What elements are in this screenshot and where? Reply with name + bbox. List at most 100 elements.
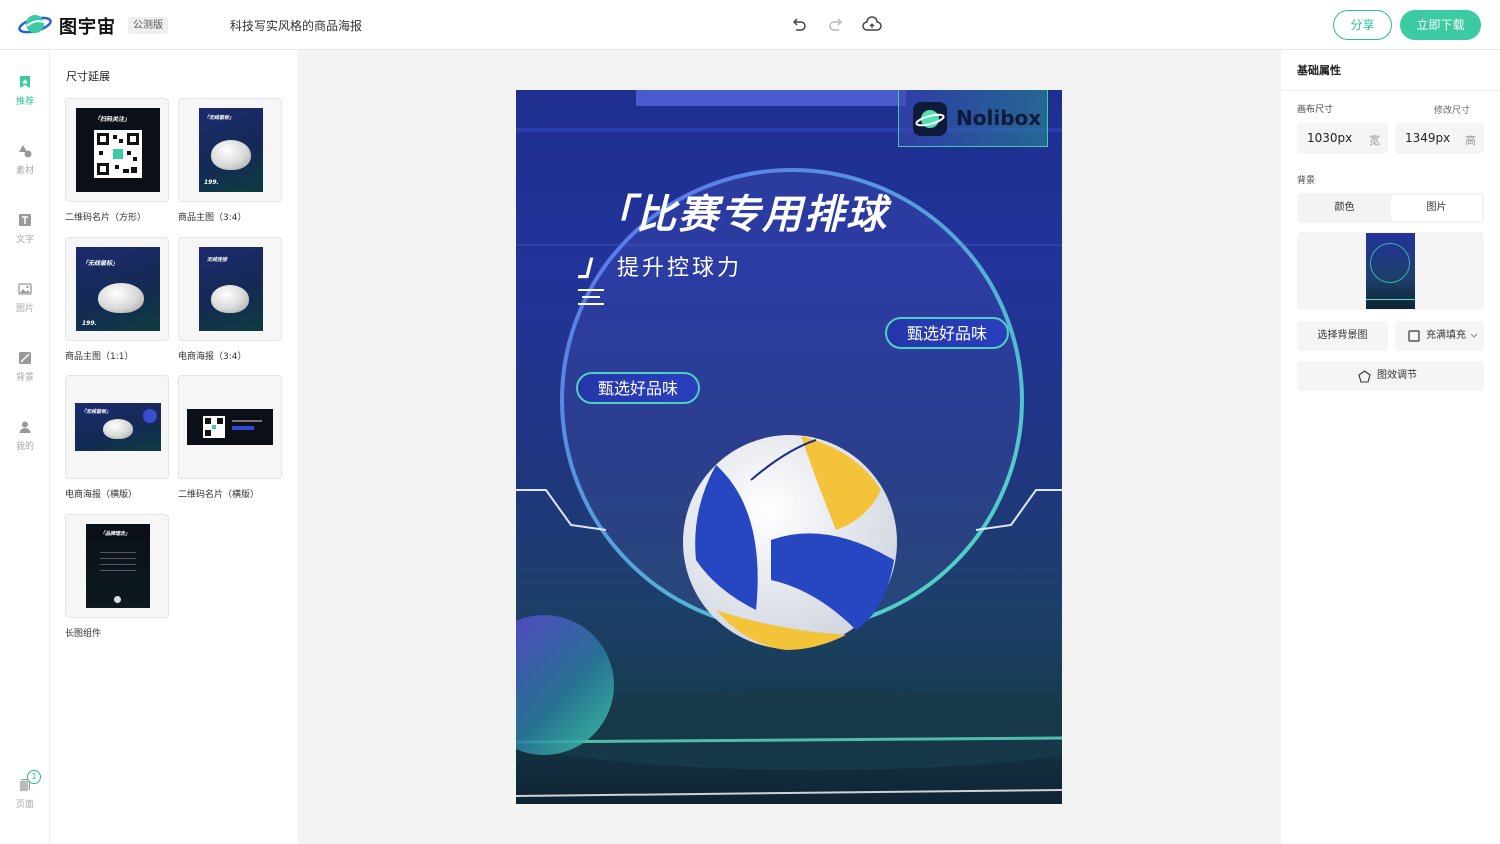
canvas-area[interactable]: 「比赛专用排球 」提升控球力 甄选好品味 甄选好品味 Nolibox — [297, 50, 1280, 844]
height-value: 1349px — [1405, 131, 1451, 145]
template-card[interactable]: 「无线鼠标」 199. 商品主图（1:1） — [65, 237, 169, 362]
tab-image[interactable]: 图片 — [1391, 195, 1482, 221]
template-card[interactable]: 无线连接 电商海报（3:4） — [178, 237, 282, 362]
qr-code-icon — [203, 416, 225, 438]
nav-item-image[interactable]: 图片 — [0, 282, 50, 314]
tab-color[interactable]: 颜色 — [1299, 195, 1390, 221]
height-field[interactable]: 1349px 高 — [1395, 123, 1484, 154]
thumbnail-heading: 「无线鼠标」 — [82, 260, 119, 267]
download-button[interactable]: 立即下载 — [1400, 10, 1481, 40]
template-thumbnail: 无线连接 — [178, 237, 282, 341]
thumbnail-heading: 无线连接 — [207, 257, 228, 263]
template-thumbnail: 「品牌理念」 — [65, 514, 169, 618]
page-count-badge: 1 — [27, 770, 41, 784]
width-unit: 宽 — [1369, 134, 1380, 147]
template-card[interactable]: 二维码名片（横版） — [178, 375, 282, 500]
edit-size-link[interactable]: 修改尺寸 — [1434, 103, 1470, 116]
share-button[interactable]: 分享 — [1333, 10, 1392, 40]
brand-logo-text: Nolibox — [956, 106, 1042, 130]
top-bar: 图宇宙 公测版 科技写实风格的商品海报 分享 立即下载 — [0, 0, 1500, 50]
template-card[interactable]: 「品牌理念」 长图组件 — [65, 514, 169, 639]
width-value: 1030px — [1307, 131, 1353, 145]
template-card[interactable]: 「无线鼠标」 电商海报（横版） — [65, 375, 169, 500]
selling-point-pill-left[interactable]: 甄选好品味 — [576, 372, 701, 404]
image-icon — [18, 283, 32, 295]
properties-panel: 基础属性 画布尺寸 修改尺寸 1030px 宽 1349px 高 背景 颜色 图… — [1281, 50, 1500, 844]
nav-label: 图片 — [15, 304, 34, 314]
choose-background-button[interactable]: 选择背景图 — [1297, 321, 1388, 351]
undo-icon[interactable] — [789, 15, 809, 35]
background-preview[interactable] — [1297, 232, 1484, 310]
template-card[interactable]: 「扫码关注」 二维码名片（方形） — [65, 98, 169, 223]
left-navigation: 推荐 素材 文字 图片 背景 我的 1 页面 — [0, 50, 50, 844]
thumbnail-heading: 「品牌理念」 — [100, 531, 131, 537]
thumbnail-heading: 「无线鼠标」 — [204, 115, 235, 121]
nav-item-recommend[interactable]: 推荐 — [0, 75, 50, 107]
decor-circle — [143, 409, 157, 423]
recommend-icon — [20, 76, 30, 88]
template-panel: 尺寸延展 「扫码关注」 二维码名片（方形） 「无线鼠标」 199. 商品主图（3… — [50, 50, 297, 844]
nav-item-pages[interactable]: 1 页面 — [0, 770, 50, 810]
mouse-image — [103, 419, 133, 439]
canvas-size-label: 画布尺寸 — [1297, 105, 1334, 115]
template-thumbnail: 「无线鼠标」 199. — [178, 98, 282, 202]
template-label: 电商海报（3:4） — [178, 352, 247, 362]
cloud-save-icon[interactable] — [862, 15, 882, 35]
template-thumbnail: 「无线鼠标」 — [65, 375, 169, 479]
image-adjust-label: 图效调节 — [1377, 370, 1417, 381]
text-icon — [19, 214, 31, 226]
thumbnail-heading: 「扫码关注」 — [94, 116, 131, 123]
nav-label: 文字 — [15, 235, 34, 245]
template-thumbnail: 「扫码关注」 — [65, 98, 169, 202]
thumbnail-heading: 「无线鼠标」 — [81, 409, 112, 415]
nav-item-text[interactable]: 文字 — [0, 213, 50, 245]
fill-mode-select[interactable]: 充满填充 — [1395, 321, 1484, 351]
document-title[interactable]: 科技写实风格的商品海报 — [230, 17, 362, 34]
adjust-icon — [1358, 370, 1371, 383]
thumbnail-price: 199. — [82, 320, 97, 327]
material-icon — [19, 145, 32, 158]
selling-point-pill-right[interactable]: 甄选好品味 — [885, 317, 1010, 349]
nav-label: 推荐 — [15, 97, 34, 107]
mouse-image — [98, 283, 144, 313]
template-thumbnail — [178, 375, 282, 479]
volleyball-image — [683, 435, 897, 650]
redo-icon[interactable] — [826, 15, 846, 35]
nav-item-mine[interactable]: 我的 — [0, 420, 50, 452]
thumbnail-price: 199. — [204, 179, 219, 186]
image-adjust-button[interactable]: 图效调节 — [1297, 361, 1484, 391]
brand-logo-card[interactable]: Nolibox — [898, 90, 1048, 147]
logo-icon[interactable] — [18, 12, 52, 38]
fill-mode-icon — [1408, 330, 1420, 342]
nav-label: 我的 — [15, 442, 34, 452]
mouse-image — [211, 285, 249, 313]
nav-item-material[interactable]: 素材 — [0, 144, 50, 176]
nav-label: 背景 — [15, 373, 34, 383]
template-label: 二维码名片（横版） — [178, 490, 260, 500]
background-label: 背景 — [1297, 176, 1316, 186]
nolibox-logo-icon — [913, 102, 947, 136]
template-label: 电商海报（横版） — [65, 490, 138, 500]
nav-label: 页面 — [15, 800, 34, 810]
divider — [1281, 90, 1500, 91]
background-icon — [19, 352, 31, 364]
panel-title: 基础属性 — [1297, 64, 1341, 77]
poster-title[interactable]: 「比赛专用排球 — [594, 182, 888, 240]
template-label: 二维码名片（方形） — [65, 213, 147, 223]
user-icon — [19, 421, 31, 433]
background-thumbnail — [1366, 233, 1415, 309]
background-type-tabs: 颜色 图片 — [1297, 193, 1484, 223]
brand-name: 图宇宙 — [59, 17, 116, 38]
template-label: 商品主图（1:1） — [65, 352, 134, 362]
template-label: 商品主图（3:4） — [178, 213, 247, 223]
width-field[interactable]: 1030px 宽 — [1297, 123, 1388, 154]
poster-canvas[interactable]: 「比赛专用排球 」提升控球力 甄选好品味 甄选好品味 Nolibox — [516, 90, 1062, 804]
subtitle-text: 提升控球力 — [617, 256, 743, 281]
beta-badge: 公测版 — [128, 17, 168, 34]
subtitle-quote: 」 — [578, 248, 611, 283]
template-card[interactable]: 「无线鼠标」 199. 商品主图（3:4） — [178, 98, 282, 223]
nav-item-background[interactable]: 背景 — [0, 351, 50, 383]
mouse-image — [211, 140, 251, 170]
poster-subtitle[interactable]: 」提升控球力 — [578, 240, 742, 284]
fill-mode-label: 充满填充 — [1426, 330, 1466, 341]
